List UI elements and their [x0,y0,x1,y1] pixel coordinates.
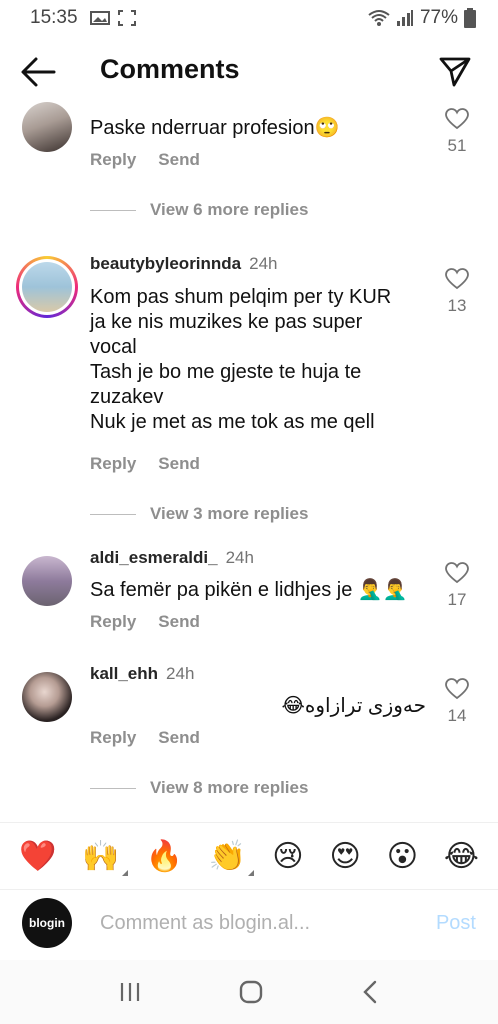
laughing-emoji-button[interactable]: 😂 [444,839,479,874]
recent-apps-icon[interactable] [118,980,142,1004]
comment-time: 24h [225,548,254,567]
own-avatar: blogin [22,898,72,948]
battery-icon [464,8,476,28]
avatar[interactable] [16,256,78,318]
signal-icon [396,10,413,26]
app-header: Comments [0,44,498,100]
reply-button[interactable]: Reply [90,728,136,748]
comment-username[interactable]: beautybyleorinnda 24h [90,254,278,274]
like-count: 13 [447,296,467,315]
heart-emoji-button[interactable]: ❤️ [19,839,56,874]
comment-text: Sa femër pa pikën e lidhjes je 🤦‍♂️🤦‍♂️ [90,579,408,601]
like-count: 51 [447,136,467,155]
page-title: Comments [100,54,240,84]
clap-emoji-button[interactable]: 👏 [209,839,255,876]
reply-button[interactable]: Reply [90,150,136,170]
divider [90,209,136,211]
heart-outline-icon[interactable] [445,108,469,130]
arrow-left-icon[interactable] [20,56,56,88]
paper-plane-icon[interactable] [438,54,472,88]
system-nav-bar [0,960,498,1024]
comment-text: Paske nderruar profesion🙄 [90,117,340,139]
comment-input[interactable]: Comment as blogin.al... [100,912,310,935]
post-button[interactable]: Post [436,912,476,935]
emoji-quick-bar: ❤️ 🙌 🔥 👏 😢 😍 😮 😂 [0,822,498,890]
divider [90,513,136,515]
crying-emoji-button[interactable]: 😢 [272,839,303,874]
comment-text: حەوزی ترازاوە😂 [281,695,427,717]
reply-button[interactable]: Reply [90,612,136,632]
status-bar: 15:35 77% [0,0,498,36]
battery-percent: 77% [419,7,458,28]
comment-time: 24h [249,254,278,273]
send-button[interactable]: Send [158,454,200,474]
wifi-icon [368,10,390,26]
like-count: 17 [447,590,467,609]
comment-username[interactable]: kall_ehh 24h [90,664,194,684]
home-icon[interactable] [238,979,264,1005]
view-more-replies[interactable]: View 3 more replies [90,504,308,524]
send-button[interactable]: Send [158,150,200,170]
gallery-notification-icon [89,11,110,25]
comment-time: 24h [166,664,195,683]
back-nav-icon[interactable] [360,979,380,1005]
avatar[interactable] [22,556,72,606]
comment-composer: blogin Comment as blogin.al... Post [0,892,498,958]
send-button[interactable]: Send [158,728,200,748]
like-count: 14 [447,706,467,725]
surprised-emoji-button[interactable]: 😮 [387,839,418,874]
comment-text: Kom pas shum pelqim per ty KUR ja ke nis… [90,286,392,433]
comments-list[interactable]: Paske nderruar profesion🙄 Reply Send 51 … [0,100,498,820]
view-more-replies[interactable]: View 8 more replies [90,778,308,798]
comment-username[interactable]: aldi_esmeraldi_ 24h [90,548,254,568]
avatar[interactable] [22,672,72,722]
heart-outline-icon[interactable] [445,268,469,290]
heart-eyes-emoji-button[interactable]: 😍 [329,839,360,874]
reply-button[interactable]: Reply [90,454,136,474]
heart-outline-icon[interactable] [445,562,469,584]
raised-hands-emoji-button[interactable]: 🙌 [82,839,128,876]
fire-emoji-button[interactable]: 🔥 [146,839,183,874]
divider [90,787,136,789]
view-more-replies[interactable]: View 6 more replies [90,200,308,220]
status-time: 15:35 [30,7,78,28]
heart-outline-icon[interactable] [445,678,469,700]
send-button[interactable]: Send [158,612,200,632]
screenshot-notification-icon [117,10,136,26]
avatar[interactable] [22,102,72,152]
